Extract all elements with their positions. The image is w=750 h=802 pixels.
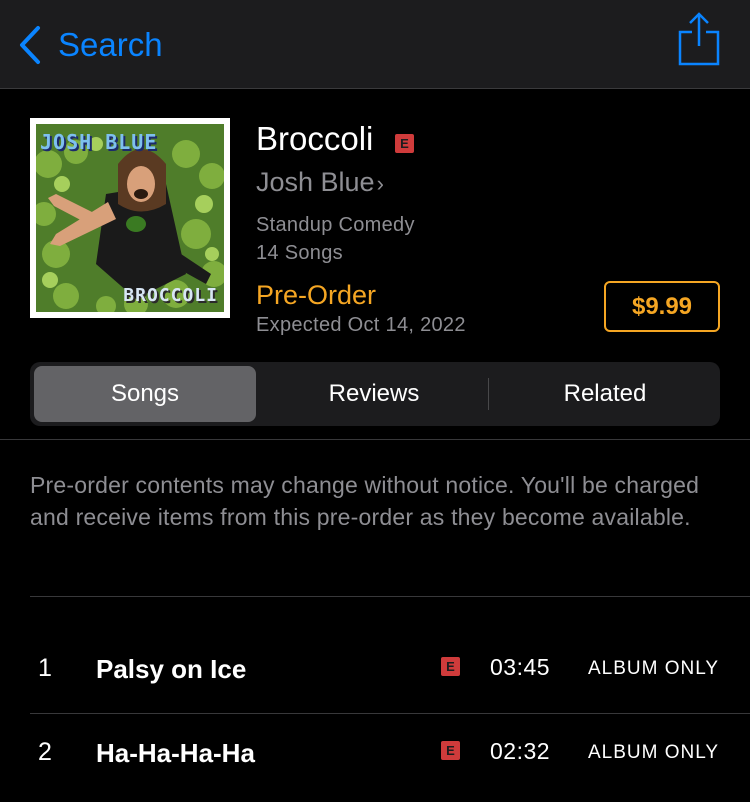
segmented-control: Songs Reviews Related bbox=[30, 362, 720, 426]
tab-reviews[interactable]: Reviews bbox=[263, 366, 485, 422]
divider bbox=[30, 713, 750, 714]
artist-name: Josh Blue bbox=[256, 167, 375, 197]
track-availability[interactable]: ALBUM ONLY bbox=[588, 742, 719, 764]
album-artwork[interactable]: JOSH BLUE BROCCOLI bbox=[30, 118, 230, 318]
album-cover-image: JOSH BLUE BROCCOLI bbox=[36, 124, 224, 312]
track-duration: 03:45 bbox=[490, 654, 551, 680]
track-title: Ha-Ha-Ha-Ha bbox=[96, 738, 255, 768]
track-row[interactable]: 2 Ha-Ha-Ha-Ha E 02:32 ALBUM ONLY bbox=[0, 722, 750, 802]
chevron-left-icon bbox=[20, 26, 40, 64]
tab-related[interactable]: Related bbox=[494, 366, 716, 422]
explicit-badge: E bbox=[395, 134, 414, 153]
song-count: 14 Songs bbox=[256, 242, 343, 264]
track-availability[interactable]: ALBUM ONLY bbox=[588, 658, 719, 680]
divider bbox=[30, 596, 750, 597]
navigation-bar: Search bbox=[0, 0, 750, 89]
divider bbox=[0, 439, 750, 440]
segment-divider bbox=[488, 378, 489, 410]
explicit-badge: E bbox=[441, 741, 460, 760]
album-genre: Standup Comedy bbox=[256, 214, 415, 236]
back-label: Search bbox=[58, 26, 163, 63]
share-icon[interactable] bbox=[678, 12, 720, 66]
chevron-right-icon: › bbox=[376, 171, 384, 196]
track-number: 2 bbox=[38, 738, 52, 766]
preorder-label: Pre-Order bbox=[256, 280, 377, 310]
track-duration: 02:32 bbox=[490, 738, 551, 764]
track-title: Palsy on Ice bbox=[96, 654, 247, 684]
price-button[interactable]: $9.99 bbox=[604, 281, 720, 332]
explicit-badge: E bbox=[441, 657, 460, 676]
preorder-notice: Pre-order contents may change without no… bbox=[30, 472, 700, 530]
artist-link[interactable]: Josh Blue› bbox=[256, 167, 384, 198]
track-row[interactable]: 1 Palsy on Ice E 03:45 ALBUM ONLY bbox=[0, 638, 750, 718]
cover-text-top: JOSH BLUE bbox=[40, 130, 158, 154]
back-button[interactable]: Search bbox=[18, 24, 163, 66]
track-number: 1 bbox=[38, 654, 52, 682]
cover-text-bottom: BROCCOLI bbox=[123, 285, 218, 306]
release-date: Expected Oct 14, 2022 bbox=[256, 314, 466, 336]
tab-songs[interactable]: Songs bbox=[34, 366, 256, 422]
album-title: Broccoli bbox=[256, 120, 374, 157]
